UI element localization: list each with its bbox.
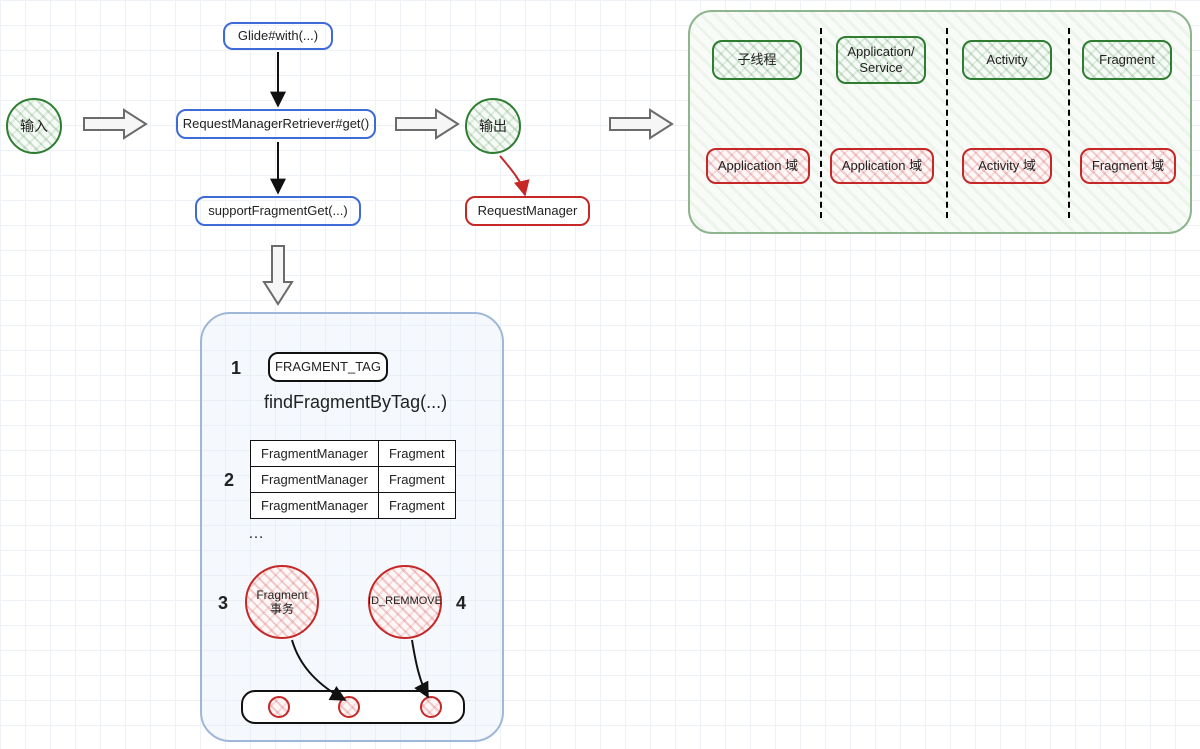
glide-with-box: Glide#with(...)	[223, 22, 333, 50]
queue-dot-2	[338, 696, 360, 718]
table-row: FragmentManagerFragment	[251, 441, 456, 467]
scope-activity: Activity 域	[962, 148, 1052, 184]
ctx-child-thread: 子线程	[712, 40, 802, 80]
id-remove-circle: ID_REMMOVE	[368, 565, 442, 639]
input-circle: 输入	[6, 98, 62, 154]
panel-divider-1	[820, 28, 822, 218]
step-2-num: 2	[224, 470, 234, 491]
table-ellipsis: …	[248, 525, 264, 543]
retriever-get-box: RequestManagerRetriever#get()	[176, 109, 376, 139]
request-manager-box: RequestManager	[465, 196, 590, 226]
panel-divider-2	[946, 28, 948, 218]
step-1-num: 1	[231, 358, 241, 379]
queue-dot-1	[268, 696, 290, 718]
scope-app-2: Application 域	[830, 148, 934, 184]
output-circle: 输出	[465, 98, 521, 154]
table-row: FragmentManagerFragment	[251, 467, 456, 493]
ctx-fragment: Fragment	[1082, 40, 1172, 80]
step-3-num: 3	[218, 593, 228, 614]
panel-divider-3	[1068, 28, 1070, 218]
ctx-activity: Activity	[962, 40, 1052, 80]
fragment-tag-box: FRAGMENT_TAG	[268, 352, 388, 382]
fragment-transaction-circle: Fragment 事务	[245, 565, 319, 639]
find-fragment-by-tag-label: findFragmentByTag(...)	[264, 392, 447, 413]
fragment-manager-table: FragmentManagerFragment FragmentManagerF…	[250, 440, 456, 519]
queue-dot-3	[420, 696, 442, 718]
ctx-application-service: Application/ Service	[836, 36, 926, 84]
support-fragment-get-box: supportFragmentGet(...)	[195, 196, 361, 226]
table-row: FragmentManagerFragment	[251, 493, 456, 519]
scope-app-1: Application 域	[706, 148, 810, 184]
step-4-num: 4	[456, 593, 466, 614]
scope-fragment: Fragment 域	[1080, 148, 1176, 184]
